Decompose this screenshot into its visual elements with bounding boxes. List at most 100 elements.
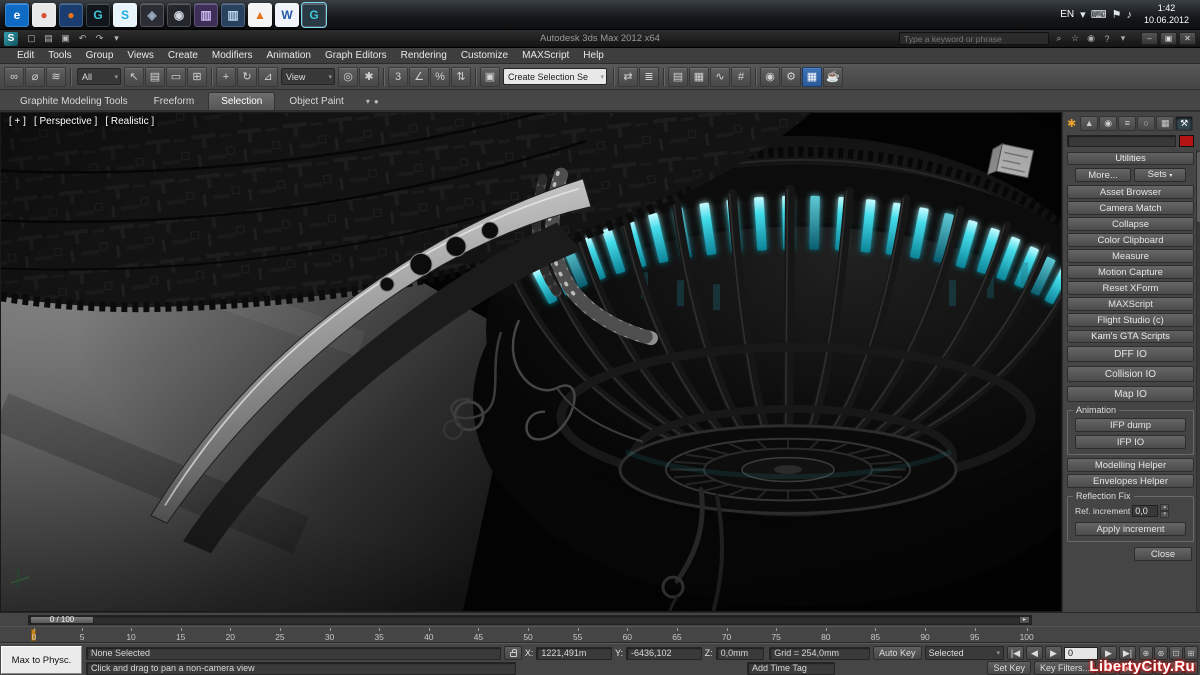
viewport-shading-menu[interactable]: [ Realistic ] [105,116,154,127]
taskbar-app-archive[interactable]: ▥ [221,3,245,27]
ref-increment-field[interactable]: 0,0 [1132,505,1158,517]
sets-button[interactable]: Sets ▾ [1134,168,1186,182]
utility-flight-studio-c-[interactable]: Flight Studio (c) [1067,313,1194,327]
time-slider-handle[interactable]: 0 / 100 [30,616,94,624]
menu-help[interactable]: Help [576,49,611,62]
material-editor-icon[interactable]: ◉ [760,67,780,87]
add-time-tag-field[interactable]: Add Time Tag [747,662,835,675]
taskbar-app-winrar[interactable]: ▥ [194,3,218,27]
utility-motion-capture[interactable]: Motion Capture [1067,265,1194,279]
named-sets-dropdown[interactable]: Create Selection Se▾ [503,68,607,85]
select-object-icon[interactable]: ↖ [124,67,144,87]
z-coordinate-field[interactable]: 0,0mm [716,647,765,660]
help-icon[interactable]: ? [1100,32,1114,45]
new-scene-icon[interactable]: ▢ [24,32,39,46]
utility-maxscript[interactable]: MAXScript [1067,297,1194,311]
ribbon-toggle-icon[interactable]: ▦ [689,67,709,87]
menu-tools[interactable]: Tools [41,49,78,62]
max-to-physc-button[interactable]: Max to Physc. [1,646,82,674]
taskbar-app-internet-explorer[interactable]: e [5,3,29,27]
close-button[interactable]: Close [1134,547,1192,561]
select-and-manipulate-icon[interactable]: ✱ [359,67,379,87]
taskbar-app-3dsmax-running[interactable]: G [302,3,326,27]
helper-modelling-helper[interactable]: Modelling Helper [1067,458,1194,472]
snaps-toggle-icon[interactable]: 3 [388,67,408,87]
helper-envelopes-helper[interactable]: Envelopes Helper [1067,474,1194,488]
percent-snap-icon[interactable]: % [430,67,450,87]
taskbar-app-camera[interactable]: ◉ [167,3,191,27]
ribbon-tab-selection[interactable]: Selection [208,92,275,110]
communication-center-icon[interactable]: ◉ [1084,32,1098,45]
align-icon[interactable]: ≣ [639,67,659,87]
x-coordinate-field[interactable]: 1221,491m [536,647,612,660]
menu-views[interactable]: Views [120,49,161,62]
menu-edit[interactable]: Edit [10,49,41,62]
selection-filter-dropdown[interactable]: All▾ [77,68,121,85]
layer-manager-icon[interactable]: ▤ [668,67,688,87]
menu-maxscript[interactable]: MAXScript [515,49,576,62]
schematic-view-icon[interactable]: # [731,67,751,87]
animation-ifp-dump[interactable]: IFP dump [1075,418,1186,432]
kams-rollout-header[interactable]: Kam's GTA Scripts [1067,330,1194,343]
spinner-snap-icon[interactable]: ⇅ [451,67,471,87]
time-slider-track[interactable]: 0 / 100 ▸ [28,615,1032,625]
object-color-swatch[interactable] [1179,135,1194,147]
utility-collapse[interactable]: Collapse [1067,217,1194,231]
taskbar-app-word[interactable]: W [275,3,299,27]
save-file-icon[interactable]: ▣ [58,32,73,46]
search-go-icon[interactable]: ⌕ [1052,32,1066,45]
select-by-name-icon[interactable]: ▤ [145,67,165,87]
workspace-dropdown-icon[interactable]: ▾ [109,32,124,46]
go-to-start-button[interactable]: |◀ [1007,646,1024,660]
utility-camera-match[interactable]: Camera Match [1067,201,1194,215]
use-pivot-center-icon[interactable]: ◎ [338,67,358,87]
key-filters-button[interactable]: Key Filters... [1034,661,1096,675]
volume-icon[interactable]: ♪ [1126,9,1132,21]
reference-coordinate-dropdown[interactable]: View▾ [281,68,335,85]
menu-animation[interactable]: Animation [259,49,317,62]
unlink-selection-icon[interactable]: ⌀ [25,67,45,87]
select-and-link-icon[interactable]: ∞ [4,67,24,87]
panel-scrollbar[interactable] [1196,150,1200,612]
tab-create[interactable]: ▲ [1080,116,1098,131]
tab-hierarchy[interactable]: ≡ [1118,116,1136,131]
render-setup-icon[interactable]: ⚙ [781,67,801,87]
undo-icon[interactable]: ↶ [75,32,90,46]
mirror-icon[interactable]: ⇄ [618,67,638,87]
taskbar-app-chrome[interactable]: ● [32,3,56,27]
select-and-rotate-icon[interactable]: ↻ [237,67,257,87]
curve-editor-icon[interactable]: ∿ [710,67,730,87]
utility-measure[interactable]: Measure [1067,249,1194,263]
infocenter-dropdown-icon[interactable]: ▾ [1116,32,1130,45]
kams-dff-io[interactable]: DFF IO [1067,346,1194,362]
ribbon-tab-freeform[interactable]: Freeform [142,93,207,110]
tab-display[interactable]: ▦ [1156,116,1174,131]
window-crossing-icon[interactable]: ⊞ [187,67,207,87]
time-slider-next-icon[interactable]: ▸ [1019,616,1030,624]
ribbon-minimize-icon[interactable]: ▾ [366,97,370,106]
taskbar-app-vlc[interactable]: ▲ [248,3,272,27]
keyboard-icon[interactable]: ⌨ [1091,8,1107,21]
utilities-rollout-header[interactable]: Utilities [1067,152,1194,165]
viewport-general-menu[interactable]: [ + ] [9,116,26,127]
set-key-button[interactable]: Set Key [987,661,1031,675]
utility-reset-xform[interactable]: Reset XForm [1067,281,1194,295]
restore-icon[interactable]: ▣ [1160,32,1177,45]
kams-map-io[interactable]: Map IO [1067,386,1194,402]
utility-name-field[interactable] [1067,135,1176,147]
language-indicator[interactable]: EN [1060,9,1074,20]
tab-modify[interactable]: ◉ [1099,116,1117,131]
perspective-viewport[interactable]: [ + ] [ Perspective ] [ Realistic ] [0,112,1062,612]
angle-snap-icon[interactable]: ∠ [409,67,429,87]
menu-group[interactable]: Group [79,49,121,62]
spinner-down-icon[interactable]: ▾ [1160,511,1169,518]
select-and-move-icon[interactable]: + [216,67,236,87]
redo-icon[interactable]: ↷ [92,32,107,46]
menu-customize[interactable]: Customize [454,49,515,62]
animation-ifp-io[interactable]: IFP IO [1075,435,1186,449]
utility-color-clipboard[interactable]: Color Clipboard [1067,233,1194,247]
ribbon-tab-object-paint[interactable]: Object Paint [277,93,355,110]
taskbar-app-firefox[interactable]: ● [59,3,83,27]
utility-asset-browser[interactable]: Asset Browser [1067,185,1194,199]
ribbon-options-icon[interactable]: ● [374,97,379,106]
